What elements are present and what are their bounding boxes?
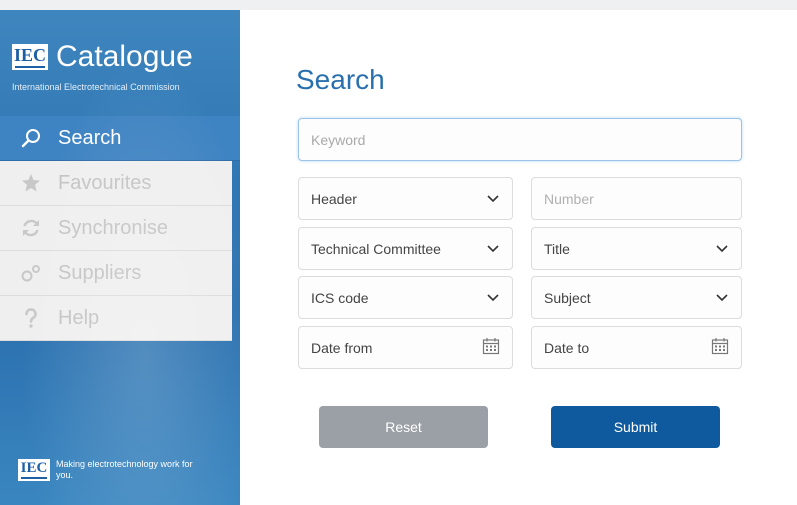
help-icon	[18, 307, 44, 329]
suppliers-icon	[18, 262, 44, 284]
app-title: Catalogue	[56, 40, 193, 73]
calendar-icon[interactable]	[482, 337, 500, 358]
submit-button[interactable]: Submit	[551, 406, 720, 448]
chevron-down-icon	[486, 242, 500, 256]
sidebar-nav: Search Favourites Synchronise Suppliers …	[0, 116, 240, 341]
subject-select[interactable]: Subject	[531, 276, 742, 319]
chevron-down-icon	[486, 291, 500, 305]
page-title: Search	[296, 64, 385, 95]
footer-iec-logo: IEC	[18, 459, 50, 481]
header-select-value: Header	[311, 190, 357, 207]
title-select[interactable]: Title	[531, 227, 742, 270]
sidebar-item-suppliers[interactable]: Suppliers	[0, 251, 232, 296]
chevron-down-icon	[715, 242, 729, 256]
sidebar-item-label: Synchronise	[58, 216, 169, 239]
sidebar-item-help[interactable]: Help	[0, 296, 232, 341]
technical-committee-select[interactable]: Technical Committee	[298, 227, 513, 270]
chevron-down-icon	[715, 291, 729, 305]
footer-tagline: Making electrotechnology work for you.	[56, 459, 193, 480]
number-placeholder: Number	[544, 190, 594, 207]
date-from-value: Date from	[311, 339, 373, 356]
chevron-down-icon	[486, 192, 500, 206]
date-from-input[interactable]: Date from	[298, 326, 513, 369]
ics-code-value: ICS code	[311, 289, 369, 306]
number-input[interactable]: Number	[531, 177, 742, 220]
calendar-icon[interactable]	[711, 337, 729, 358]
title-select-value: Title	[544, 240, 570, 257]
search-icon	[18, 127, 44, 149]
date-to-value: Date to	[544, 339, 590, 356]
sidebar-item-label: Favourites	[58, 171, 152, 194]
search-panel: Search Keyword Header Number Technical C…	[240, 10, 797, 505]
date-to-input[interactable]: Date to	[531, 326, 742, 369]
reset-button[interactable]: Reset	[319, 406, 488, 448]
sync-icon	[18, 217, 44, 239]
sidebar-item-search[interactable]: Search	[0, 116, 240, 161]
ics-code-select[interactable]: ICS code	[298, 276, 513, 319]
top-bar	[0, 0, 797, 10]
sidebar-item-favourites[interactable]: Favourites	[0, 161, 232, 206]
header-select[interactable]: Header	[298, 177, 513, 220]
sidebar-item-label: Search	[58, 126, 122, 149]
subject-value: Subject	[544, 289, 591, 306]
star-icon	[18, 172, 44, 194]
sidebar-item-label: Help	[58, 306, 100, 329]
app-subtitle: International Electrotechnical Commissio…	[12, 82, 180, 92]
sidebar-item-synchronise[interactable]: Synchronise	[0, 206, 232, 251]
sidebar: IEC Catalogue International Electrotechn…	[0, 10, 240, 505]
sidebar-item-label: Suppliers	[58, 261, 142, 284]
keyword-placeholder: Keyword	[311, 131, 366, 148]
technical-committee-value: Technical Committee	[311, 240, 441, 257]
app-brand: IEC Catalogue	[12, 42, 193, 72]
keyword-input[interactable]: Keyword	[298, 118, 742, 161]
iec-logo: IEC	[12, 44, 48, 70]
sidebar-footer: IEC Making electrotechnology work for yo…	[18, 459, 196, 481]
